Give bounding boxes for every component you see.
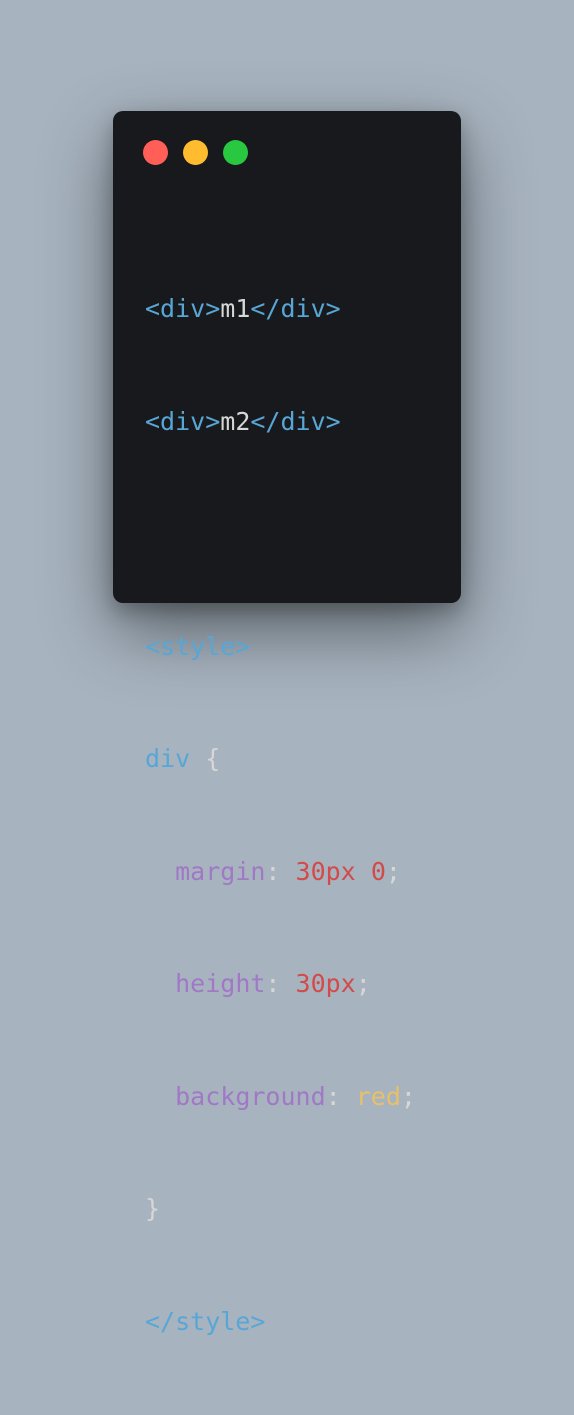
div-close-tag: </div> [250, 294, 341, 323]
style-open-tag: <style> [145, 631, 251, 661]
style-close-tag: </style> [145, 1306, 266, 1336]
code-line-margin: margin: 30px 0; [145, 853, 416, 891]
code-line-height: height: 30px; [145, 965, 416, 1003]
window-controls [143, 140, 248, 165]
close-button[interactable] [143, 140, 168, 165]
brace-open: { [205, 744, 221, 773]
zoom-button[interactable] [223, 140, 248, 165]
semicolon: ; [355, 969, 371, 998]
colon: : [325, 1081, 356, 1111]
css-property-background: background [175, 1081, 326, 1111]
css-value-number: 0 [370, 856, 386, 886]
div-open-tag: <div> [145, 294, 221, 323]
code-line-background: background: red; [145, 1078, 416, 1116]
div-text: m1 [220, 294, 251, 323]
css-value-number: 30px [295, 969, 356, 998]
css-selector: div [145, 744, 191, 773]
colon: : [265, 856, 296, 886]
css-value-number: 30px [295, 856, 356, 886]
code-window: <div>m1</div> <div>m2</div> <style> div … [113, 111, 461, 1336]
code-line-style-open: <style> [145, 628, 416, 666]
css-property-height: height [175, 969, 266, 998]
css-property-margin: margin [175, 856, 266, 886]
div-close-tag: </div> [250, 406, 341, 436]
code-block: <div>m1</div> <div>m2</div> <style> div … [145, 215, 416, 1415]
code-line-brace-close: } [145, 1190, 416, 1228]
colon: : [265, 969, 296, 998]
minimize-button[interactable] [183, 140, 208, 165]
code-line-style-close: </style> [145, 1303, 416, 1341]
semicolon: ; [385, 856, 401, 886]
div-text: m2 [220, 406, 251, 436]
semicolon: ; [400, 1081, 416, 1111]
brace-close: } [145, 1194, 161, 1223]
code-line-selector: div { [145, 740, 416, 778]
code-line-1: <div>m1</div> [145, 290, 416, 328]
code-line-2: <div>m2</div> [145, 403, 416, 441]
div-open-tag: <div> [145, 406, 221, 436]
css-value-keyword: red [355, 1081, 401, 1111]
